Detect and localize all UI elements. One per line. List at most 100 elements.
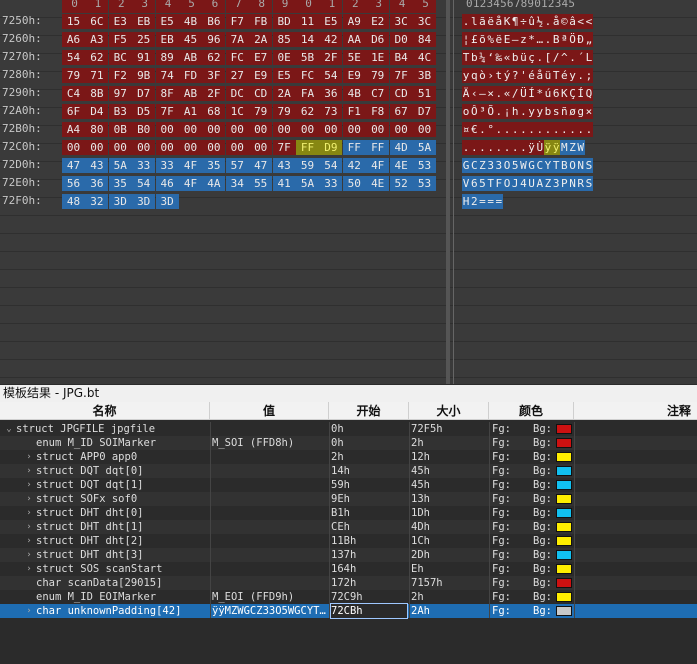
background-color-swatch[interactable] (556, 592, 572, 602)
hex-row[interactable]: 72D0h: 47 43 5A 33 33 4F 35 57 47 43 59 54 42 4F 4E 53 G C… (0, 156, 697, 174)
ascii-text[interactable]: GCZ33O5WGCYTBONS (462, 158, 593, 173)
hex-byte-cell[interactable]: 54 (62, 50, 85, 65)
hex-editor-pane[interactable]: 7250h: 15 6C E3 EB E5 4B B6 F7 FB BD 11 E5 A9 E2 3C 3C. l… (0, 0, 697, 384)
hex-byte-cell[interactable]: 00 (389, 122, 413, 137)
hex-byte-cell[interactable]: 4F (179, 176, 202, 191)
hex-byte-cell[interactable]: F2 (108, 68, 132, 83)
hex-byte-cell[interactable]: 00 (202, 122, 226, 137)
hex-byte-cell[interactable]: 00 (225, 140, 249, 155)
hex-byte-cell[interactable]: A1 (179, 104, 202, 119)
hex-byte-cell[interactable]: 7A (225, 32, 249, 47)
column-header-size[interactable]: 大小 (409, 402, 489, 420)
hex-byte-cell[interactable]: 00 (249, 140, 273, 155)
ascii-text[interactable]: Tb ¼ ‘‰ «b ü ç.[/ ^. ´ L (462, 50, 593, 65)
template-row[interactable]: char scanData[29015] 172h 7157h Fg: Bg: (0, 576, 697, 590)
hex-byte-cell[interactable]: 36 (319, 86, 343, 101)
hex-byte-cell[interactable]: 1C (225, 104, 249, 119)
hex-byte-cell[interactable]: 46 (155, 176, 179, 191)
hex-byte-cell[interactable]: 54 (319, 158, 343, 173)
hex-byte-cell[interactable]: 89 (155, 50, 179, 65)
ascii-text[interactable]: y q ò › t ý? ' é å ü Té y.; (462, 68, 593, 83)
hex-byte-cell[interactable]: 50 (342, 176, 366, 191)
hex-byte-cell[interactable]: 48 (62, 194, 85, 209)
ascii-text[interactable]: Ä ‹ — ×. «/ Ü Í * ú 6 K Ç Í Q (462, 86, 593, 101)
hex-byte-cell[interactable] (319, 194, 342, 209)
ascii-text[interactable]: ¦ £ õ% ë E – z *…. Bª Ö Ð „ (462, 32, 593, 47)
hex-byte-cell[interactable]: 4F (366, 158, 390, 173)
hex-byte-cell[interactable]: 91 (132, 50, 156, 65)
hex-byte-cell[interactable]: 35 (202, 158, 226, 173)
hex-byte-cell[interactable]: 52 (389, 176, 413, 191)
background-color-swatch[interactable] (556, 480, 572, 490)
hex-byte-cell[interactable]: 62 (296, 104, 319, 119)
hex-row[interactable]: 7290h: C4 8B 97 D7 8F AB 2F DC CD 2A FA 36 4B C7 CD 51 Ä ‹… (0, 84, 697, 102)
hex-row[interactable]: 7250h: 15 6C E3 EB E5 4B B6 F7 FB BD 11 E5 A9 E2 3C 3C. l… (0, 12, 697, 30)
hex-byte-cell[interactable]: 14 (296, 32, 319, 47)
hex-byte-cell[interactable]: 6F (62, 104, 85, 119)
hex-byte-cell[interactable]: 3C (413, 14, 436, 29)
hex-row[interactable]: 7270h: 54 62 BC 91 89 AB 62 FC E7 0E 5B 2F 5E 1E B4 4C Tb… (0, 48, 697, 66)
hex-row[interactable]: 7260h: A6 A3 F5 25 EB 45 96 7A 2A 85 14 42 AA D6 D0 84 ¦ £… (0, 30, 697, 48)
hex-byte-cell[interactable]: 00 (179, 122, 202, 137)
hex-byte-cell[interactable]: B0 (132, 122, 156, 137)
background-color-swatch[interactable] (556, 508, 572, 518)
hex-byte-cell[interactable]: 34 (225, 176, 249, 191)
hex-byte-cell[interactable]: CD (249, 86, 273, 101)
template-row[interactable]: enum M_ID EOIMarker M_EOI (FFD9h) 72C9h 2h F… (0, 590, 697, 604)
hex-row[interactable]: 72B0h: A4 80 0B B0 00 00 00 00 00 00 00 00 00 00 00 00 ¤ €… (0, 120, 697, 138)
hex-byte-cell[interactable] (273, 194, 296, 209)
hex-byte-cell[interactable] (343, 194, 366, 209)
hex-byte-cell[interactable] (226, 194, 249, 209)
hex-byte-cell[interactable]: 00 (413, 122, 436, 137)
hex-byte-cell[interactable]: 4B (179, 14, 202, 29)
hex-byte-cell[interactable]: 71 (85, 68, 109, 83)
hex-byte-cell[interactable]: 4E (366, 176, 390, 191)
background-color-swatch[interactable] (556, 438, 572, 448)
template-row-start[interactable]: 72CBh (330, 603, 408, 619)
hex-byte-cell[interactable]: D9 (319, 140, 343, 155)
hex-byte-cell[interactable]: 35 (108, 176, 132, 191)
hex-byte-cell[interactable]: 96 (202, 32, 226, 47)
hex-byte-cell[interactable]: 43 (85, 158, 109, 173)
hex-byte-cell[interactable]: A6 (62, 32, 85, 47)
ascii-text[interactable]: ¤ €. °............ (462, 122, 593, 137)
hex-byte-cell[interactable]: 00 (342, 122, 366, 137)
hex-byte-cell[interactable]: 00 (179, 140, 202, 155)
expand-right-icon[interactable]: › (24, 548, 34, 562)
hex-byte-cell[interactable]: D5 (132, 104, 156, 119)
hex-byte-cell[interactable]: 4F (179, 158, 202, 173)
hex-byte-cell[interactable]: 36 (85, 176, 109, 191)
hex-byte-cell[interactable]: 47 (62, 158, 85, 173)
hex-byte-cell[interactable]: 8B (85, 86, 109, 101)
template-row[interactable]: › struct SOFx sof0 9Eh 13h Fg: Bg: (0, 492, 697, 506)
hex-byte-cell[interactable]: 00 (319, 122, 343, 137)
hex-byte-cell[interactable]: FF (296, 140, 319, 155)
hex-byte-cell[interactable] (413, 194, 436, 209)
hex-byte-cell[interactable]: 32 (85, 194, 109, 209)
hex-byte-cell[interactable]: F5 (108, 32, 132, 47)
hex-byte-cell[interactable]: 56 (62, 176, 85, 191)
column-header-value[interactable]: 值 (210, 402, 329, 420)
hex-byte-cell[interactable]: E7 (249, 50, 273, 65)
hex-byte-cell[interactable]: B4 (389, 50, 413, 65)
hex-byte-cell[interactable]: 53 (413, 158, 436, 173)
hex-byte-cell[interactable]: 00 (108, 140, 132, 155)
hex-byte-cell[interactable]: 5A (296, 176, 319, 191)
hex-byte-cell[interactable]: E5 (272, 68, 296, 83)
hex-byte-cell[interactable]: 79 (249, 104, 273, 119)
template-row[interactable]: › struct DHT dht[0] B1h 1Dh Fg: Bg: (0, 506, 697, 520)
template-row[interactable]: › struct DHT dht[1] CEh 4Dh Fg: Bg: (0, 520, 697, 534)
hex-byte-cell[interactable]: FF (342, 140, 366, 155)
background-color-swatch[interactable] (556, 564, 572, 574)
hex-row[interactable]: 72F0h: 48 32 3D 3D 3D H 2 = = = (0, 192, 697, 210)
hex-byte-cell[interactable]: 3B (413, 68, 436, 83)
hex-byte-cell[interactable]: 15 (62, 14, 85, 29)
hex-byte-cell[interactable]: D6 (366, 32, 390, 47)
hex-byte-cell[interactable]: 00 (272, 122, 296, 137)
hex-byte-cell[interactable]: BD (272, 14, 296, 29)
hex-byte-cell[interactable]: E5 (155, 14, 179, 29)
hex-byte-cell[interactable]: D4 (85, 104, 109, 119)
hex-byte-cell[interactable]: FA (296, 86, 319, 101)
column-header-comment[interactable]: 注释 (574, 402, 697, 420)
background-color-swatch[interactable] (556, 550, 572, 560)
